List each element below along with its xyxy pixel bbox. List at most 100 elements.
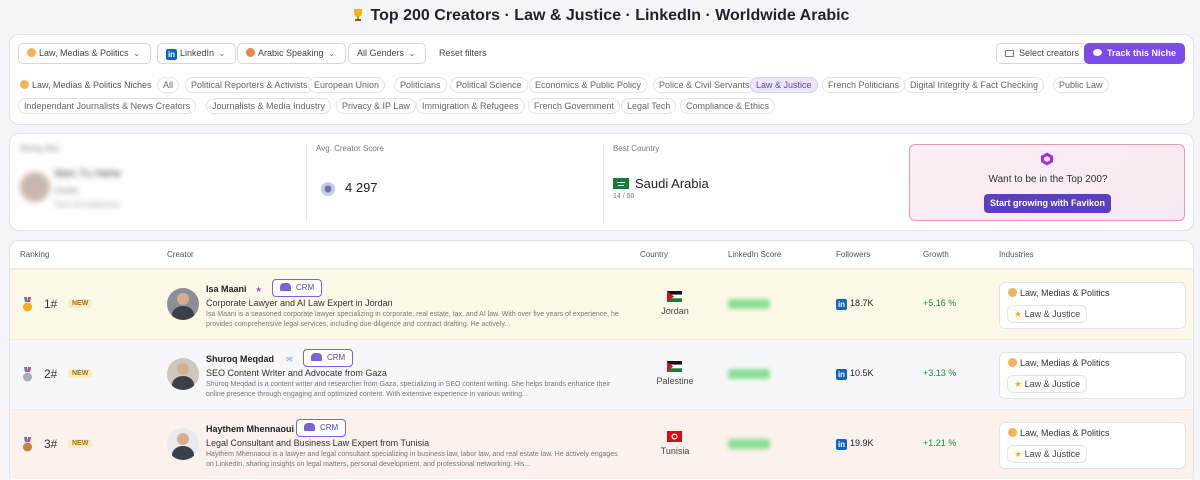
followers-value: 10.5K xyxy=(850,368,874,378)
reset-filters-label: Reset filters xyxy=(439,48,487,58)
niche-chip[interactable]: Digital Integrity & Fact Checking xyxy=(904,77,1045,93)
saudi-flag-icon xyxy=(613,178,629,189)
niche-chip[interactable]: Political Science xyxy=(450,77,528,93)
table-row[interactable]: 1# NEW Isa Maani ★ CRM Corporate Lawyer … xyxy=(10,269,1193,339)
niche-icon xyxy=(27,48,36,57)
industries-box: Law, Medias & Politics ★ Law & Justice xyxy=(999,352,1186,399)
platform-filter[interactable]: in LinkedIn ⌄ xyxy=(157,43,237,64)
country-name: Tunisia xyxy=(660,446,690,456)
avatar[interactable] xyxy=(167,428,199,460)
niche-chip[interactable]: Journalists & Media Industry xyxy=(206,98,332,114)
niche-chip[interactable]: French Government xyxy=(528,98,621,114)
avg-score-value: 4 297 xyxy=(345,180,378,195)
niche-chip[interactable]: European Union xyxy=(308,77,386,93)
select-creators-button[interactable]: Select creators xyxy=(995,43,1088,64)
linkedin-icon: in xyxy=(836,299,847,310)
page-title: Top 200 Creators · Law & Justice · Linke… xyxy=(0,5,1200,27)
linkedin-icon: in xyxy=(836,439,847,450)
crm-button[interactable]: CRM xyxy=(303,349,354,367)
header-ranking[interactable]: Ranking xyxy=(20,250,49,259)
niche-chip[interactable]: Police & Civil Servants xyxy=(653,77,756,93)
industry-chip[interactable]: ★ Law & Justice xyxy=(1007,305,1088,323)
chevron-down-icon: ⌄ xyxy=(408,49,416,58)
verified-star-icon: ★ xyxy=(255,285,263,294)
promo-banner: Want to be in the Top 200? Start growing… xyxy=(909,144,1185,221)
rising-star-name: Wen Tu Hehe xyxy=(54,168,122,180)
niche-chip[interactable]: French Politicians xyxy=(822,77,906,93)
niche-chip[interactable]: Legal Tech xyxy=(621,98,677,114)
table-row[interactable]: 3# NEW Haythem Mhennaoui CRM Legal Consu… xyxy=(10,409,1193,479)
creator-headline: Legal Consultant and Business Law Expert… xyxy=(206,438,430,448)
followers-value: 18.7K xyxy=(850,298,874,308)
header-linkedin-score[interactable]: LinkedIn Score xyxy=(728,250,781,259)
industry-main-label: Law, Medias & Politics xyxy=(1020,358,1110,368)
industry-chip-label: Law & Justice xyxy=(1024,379,1081,389)
creator-description: Haythem Mhennaoui is a lawyer and legal … xyxy=(206,451,618,468)
creator-name[interactable]: Isa Maani xyxy=(206,284,247,294)
industry-main-label: Law, Medias & Politics xyxy=(1020,428,1110,438)
industry-chip[interactable]: ★ Law & Justice xyxy=(1007,445,1088,463)
niche-chip[interactable]: Compliance & Ethics xyxy=(680,98,776,114)
avatar[interactable] xyxy=(167,358,199,390)
language-filter[interactable]: Arabic Speaking ⌄ xyxy=(237,43,346,64)
crm-icon xyxy=(311,353,322,361)
niche-chip[interactable]: Privacy & IP Law xyxy=(336,98,416,114)
crm-button[interactable]: CRM xyxy=(296,419,347,437)
rising-star-avatar xyxy=(20,172,50,202)
star-icon: ★ xyxy=(1014,449,1023,459)
avg-score-label: Avg. Creator Score xyxy=(316,144,384,153)
creator-name[interactable]: Haythem Mhennaoui xyxy=(206,424,294,434)
header-industries[interactable]: Industries xyxy=(999,250,1034,259)
bronze-medal-icon xyxy=(23,437,32,452)
niche-chip[interactable]: All xyxy=(157,77,180,93)
country-name: Palestine xyxy=(656,376,694,386)
linkedin-icon: in xyxy=(836,369,847,380)
avatar[interactable] xyxy=(167,288,199,320)
niche-chip[interactable]: Political Reporters & Activists xyxy=(185,77,314,93)
industry-main-label: Law, Medias & Politics xyxy=(1020,288,1110,298)
niche-chip[interactable]: Public Law xyxy=(1053,77,1109,93)
promo-text: Want to be in the Top 200? xyxy=(988,174,1108,185)
reset-filters-button[interactable]: Reset filters xyxy=(439,43,487,64)
track-niche-label: Track this Niche xyxy=(1106,48,1176,58)
language-icon xyxy=(246,48,255,57)
industry-chip[interactable]: ★ Law & Justice xyxy=(1007,375,1088,393)
crm-icon xyxy=(304,423,315,431)
header-creator[interactable]: Creator xyxy=(167,250,194,259)
gold-medal-icon xyxy=(23,297,32,312)
header-followers[interactable]: Followers xyxy=(836,250,870,259)
niche-chip[interactable]: Independant Journalists & News Creators xyxy=(18,98,197,114)
stat-divider xyxy=(603,144,604,222)
niche-chip[interactable]: Immigration & Refugees xyxy=(416,98,525,114)
chevron-down-icon: ⌄ xyxy=(133,49,140,58)
header-growth[interactable]: Growth xyxy=(923,250,949,259)
palestine-flag-icon xyxy=(667,361,682,372)
creator-name[interactable]: Shuroq Meqdad xyxy=(206,354,274,364)
industry-main: Law, Medias & Politics xyxy=(1008,358,1110,368)
jordan-flag-icon xyxy=(667,291,682,302)
creator-description: Isa Maani is a seasoned corporate lawyer… xyxy=(206,311,619,328)
filters-panel: Law, Medias & Politics ⌄ in LinkedIn ⌄ Arab… xyxy=(9,34,1194,125)
crm-button[interactable]: CRM xyxy=(272,279,323,297)
table-row[interactable]: 2# NEW Shuroq Meqdad ✉ CRM SEO Content W… xyxy=(10,339,1193,409)
niche-chip[interactable]: Law & Justice xyxy=(750,77,818,93)
best-country-label: Best Country xyxy=(613,144,660,153)
gender-filter[interactable]: All Genders ⌄ xyxy=(348,43,427,64)
trophy-icon xyxy=(353,9,362,21)
industries-box: Law, Medias & Politics ★ Law & Justice xyxy=(999,422,1186,469)
niche-filter[interactable]: Law, Medias & Politics ⌄ xyxy=(18,43,151,64)
star-icon: ★ xyxy=(1014,309,1023,319)
niche-icon xyxy=(1008,358,1017,367)
crm-label: CRM xyxy=(320,423,339,432)
niche-chip[interactable]: Economics & Public Policy xyxy=(529,77,648,93)
followers-count: in 10.5K xyxy=(836,368,874,380)
new-badge: NEW xyxy=(68,369,93,378)
header-country[interactable]: Country xyxy=(640,250,668,259)
linkedin-score-blurred xyxy=(728,369,770,379)
star-icon: ★ xyxy=(1014,379,1023,389)
start-growing-button[interactable]: Start growing with Favikon xyxy=(984,194,1111,213)
industry-chip-label: Law & Justice xyxy=(1024,449,1081,459)
track-niche-button[interactable]: Track this Niche xyxy=(1083,43,1185,64)
niche-chip[interactable]: Politicians xyxy=(394,77,447,93)
rank-number: 2# xyxy=(44,367,58,381)
